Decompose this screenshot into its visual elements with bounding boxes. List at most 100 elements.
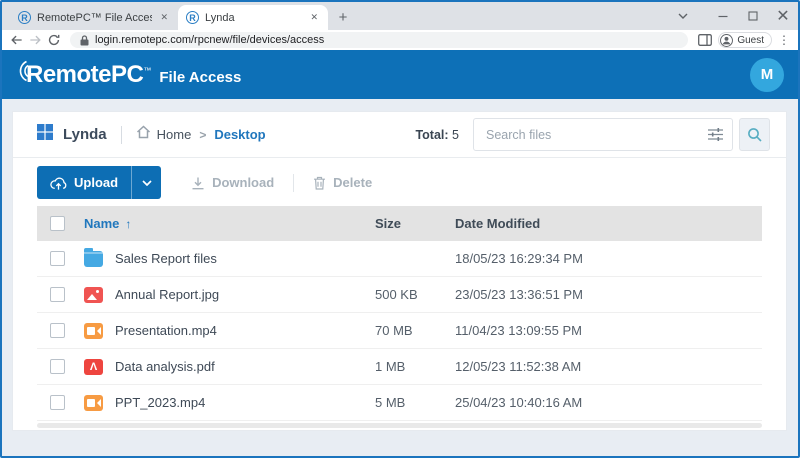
home-icon: [136, 125, 151, 144]
side-panel-icon[interactable]: [698, 34, 713, 46]
row-name-cell: Data analysis.pdf: [84, 358, 375, 375]
device-name[interactable]: Lynda: [63, 126, 107, 143]
table-row[interactable]: Sales Report files 18/05/23 16:29:34 PM: [37, 241, 762, 277]
file-date-modified: 11/04/23 13:09:55 PM: [455, 323, 582, 338]
search-box: [473, 118, 733, 151]
table-row[interactable]: Presentation.mp4 70 MB 11/04/23 13:09:55…: [37, 313, 762, 349]
search-icon: [748, 128, 762, 142]
file-name: PPT_2023.mp4: [115, 395, 206, 410]
window-controls: ✕: [668, 2, 798, 30]
menu-dots-icon[interactable]: ⋮: [778, 33, 790, 47]
browser-window: R RemotePC™ File Access ✕ R Lynda ✕ + ✕: [0, 0, 800, 458]
file-date-modified: 25/04/23 10:40:16 AM: [455, 395, 583, 410]
new-tab-button[interactable]: +: [332, 6, 354, 28]
file-browser-card: Lynda Home > Desktop Total: 5 Search fil…: [12, 111, 787, 431]
row-name-cell: Annual Report.jpg: [84, 286, 375, 303]
delete-button[interactable]: Delete: [313, 175, 372, 190]
file-size: 70 MB: [375, 323, 413, 338]
url-text: login.remotepc.com/rpcnew/file/devices/a…: [95, 34, 325, 46]
file-date-modified: 18/05/23 16:29:34 PM: [455, 251, 583, 266]
user-avatar[interactable]: M: [750, 57, 784, 92]
table-header: Name ↑ Size Date Modified: [37, 206, 762, 241]
breadcrumb-desktop[interactable]: Desktop: [214, 127, 265, 142]
video-file-icon: [84, 394, 103, 411]
row-name-cell: Sales Report files: [84, 247, 375, 267]
header-name-cell: Name ↑: [84, 216, 375, 231]
profile-label: Guest: [737, 34, 764, 46]
breadcrumb-separator: >: [199, 127, 207, 142]
file-size: 1 MB: [375, 359, 406, 374]
lock-icon: [80, 34, 89, 45]
forward-icon[interactable]: [29, 34, 42, 46]
divider: [120, 125, 122, 144]
profile-chip[interactable]: Guest: [718, 32, 772, 48]
tab-strip: R RemotePC™ File Access ✕ R Lynda ✕ + ✕: [2, 2, 798, 30]
restore-button[interactable]: [738, 2, 768, 30]
remotepc-favicon-icon: R: [186, 11, 199, 24]
row-name-cell: PPT_2023.mp4: [84, 394, 375, 411]
column-header-date-modified[interactable]: Date Modified: [455, 216, 762, 231]
file-date-modified: 12/05/23 11:52:38 AM: [455, 359, 582, 374]
back-icon[interactable]: [10, 34, 23, 46]
tab-close-icon[interactable]: ✕: [158, 10, 170, 25]
file-size: 5 MB: [375, 395, 406, 410]
file-name: Presentation.mp4: [115, 323, 217, 338]
file-name: Data analysis.pdf: [115, 359, 215, 374]
table-row[interactable]: Data analysis.pdf 1 MB 12/05/23 11:52:38…: [37, 349, 762, 385]
search-input[interactable]: [473, 118, 733, 151]
select-all-checkbox[interactable]: [50, 216, 65, 231]
header-check-cell: [37, 216, 84, 231]
file-table: Name ↑ Size Date Modified Sales Report f…: [37, 206, 762, 421]
image-file-icon: [84, 286, 103, 303]
divider: [293, 173, 295, 192]
trademark: ™: [143, 65, 152, 75]
row-name-cell: Presentation.mp4: [84, 322, 375, 339]
breadcrumb-home[interactable]: Home: [157, 127, 192, 142]
file-name: Sales Report files: [115, 251, 217, 266]
table-row[interactable]: Annual Report.jpg 500 KB 23/05/23 13:36:…: [37, 277, 762, 313]
brand-name: RemotePC: [26, 60, 144, 88]
delete-label: Delete: [333, 175, 373, 190]
video-file-icon: [84, 322, 103, 339]
row-checkbox[interactable]: [50, 251, 65, 266]
remotepc-favicon-icon: R: [18, 11, 31, 24]
row-check-cell: [37, 395, 84, 410]
reload-icon[interactable]: [48, 34, 60, 46]
row-checkbox[interactable]: [50, 395, 65, 410]
total-label: Total:: [415, 127, 449, 142]
row-checkbox[interactable]: [50, 287, 65, 302]
search-button[interactable]: [739, 118, 770, 151]
download-label: Download: [212, 175, 275, 190]
row-checkbox[interactable]: [50, 323, 65, 338]
upload-dropdown-button[interactable]: [132, 166, 161, 199]
tab-remotepc-file-access[interactable]: R RemotePC™ File Access ✕: [10, 5, 178, 30]
total-value: 5: [452, 127, 459, 142]
filter-sliders-icon[interactable]: [708, 127, 723, 146]
row-check-cell: [37, 359, 84, 374]
download-button[interactable]: Download: [191, 175, 274, 190]
column-header-size[interactable]: Size: [375, 216, 455, 231]
trash-icon: [314, 176, 326, 190]
app-header: RemotePC ™ File Access M: [2, 50, 798, 99]
page-background: Lynda Home > Desktop Total: 5 Search fil…: [2, 99, 798, 456]
tab-title: RemotePC™ File Access: [37, 11, 153, 24]
row-checkbox[interactable]: [50, 359, 65, 374]
tab-close-icon[interactable]: ✕: [308, 10, 320, 25]
remotepc-logo: RemotePC ™ File Access: [16, 61, 241, 89]
upload-button[interactable]: Upload: [37, 166, 131, 199]
horizontal-scrollbar[interactable]: [37, 423, 762, 428]
chevron-down-icon: [141, 179, 152, 186]
url-bar[interactable]: login.remotepc.com/rpcnew/file/devices/a…: [70, 32, 689, 48]
tab-lynda[interactable]: R Lynda ✕: [178, 5, 328, 30]
row-check-cell: [37, 251, 84, 266]
tab-search-chevron-icon[interactable]: [668, 2, 698, 30]
close-window-button[interactable]: ✕: [768, 2, 798, 30]
row-check-cell: [37, 323, 84, 338]
total-count: Total: 5: [415, 128, 459, 142]
pdf-file-icon: [84, 358, 103, 375]
upload-label: Upload: [74, 175, 119, 190]
column-header-name[interactable]: Name: [84, 216, 119, 231]
minimize-button[interactable]: [708, 2, 738, 30]
table-row[interactable]: PPT_2023.mp4 5 MB 25/04/23 10:40:16 AM: [37, 385, 762, 421]
windows-logo-icon: [37, 124, 53, 145]
